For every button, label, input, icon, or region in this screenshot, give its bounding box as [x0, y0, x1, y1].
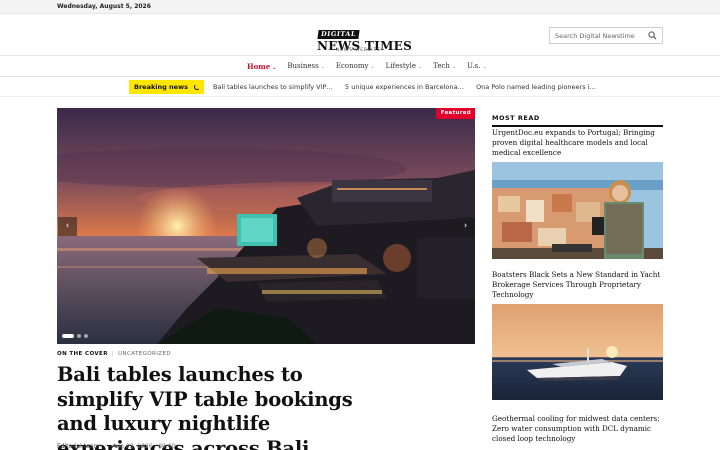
most-read-image[interactable] [492, 304, 663, 400]
article-byline: Editorial team · Aug 03, 2026 · 09:00 [57, 443, 176, 450]
search-box [549, 27, 663, 44]
nav-label: U.s. [467, 62, 481, 70]
logo-sub: NEWS WEBSITE [336, 48, 381, 53]
article-categories: ON THE COVER | UNCATEGORIZED [57, 351, 171, 357]
most-read-image[interactable] [492, 162, 663, 259]
category-link[interactable]: ON THE COVER [57, 351, 108, 357]
logo-top: DIGITAL [317, 30, 360, 39]
ticker-item[interactable]: Bali tables launches to simplify VIP… [213, 83, 333, 91]
hero-image [57, 108, 475, 344]
site-logo[interactable]: DIGITAL NEWS TIMES NEWS WEBSITE [317, 21, 412, 53]
most-read-title[interactable]: Boatsters Black Sets a New Standard in Y… [492, 270, 663, 300]
most-read-sidebar: MOST READ UrgentDoc.eu expands to Portug… [492, 108, 663, 443]
most-read-title[interactable]: UrgentDoc.eu expands to Portugal; Bringi… [492, 128, 663, 158]
chevron-down-icon: ⌄ [370, 64, 375, 70]
yacht-image [492, 304, 663, 400]
breaking-news-label: Breaking news [134, 83, 188, 91]
breaking-news-bar: Breaking news Bali tables launches to si… [0, 77, 720, 97]
nav-item-lifestyle[interactable]: Lifestyle ⌄ [386, 62, 423, 71]
search-input[interactable] [550, 28, 644, 43]
news-ticker: Bali tables launches to simplify VIP… 5 … [213, 83, 606, 91]
nav-label: Lifestyle [385, 62, 417, 70]
ticker-item[interactable]: 5 unique experiences in Barcelona… [345, 83, 464, 91]
current-date: Wednesday, August 5, 2026 [57, 3, 151, 10]
author-link[interactable]: Editorial team [57, 443, 99, 450]
nav-item-us[interactable]: U.s. ⌄ [467, 62, 487, 71]
chevron-down-icon: ⌄ [482, 64, 487, 70]
article-headline[interactable]: Bali tables launches to simplify VIP tab… [57, 363, 387, 450]
most-read-item[interactable]: Geothermal cooling for midwest data cent… [492, 414, 663, 444]
next-slide-button[interactable]: › [456, 217, 475, 236]
nav-label: Tech [433, 62, 450, 70]
featured-badge: Featured [435, 108, 475, 119]
nav-label: Business [287, 62, 319, 70]
main-nav: Home ⌄ Business ⌄ Economy ⌄ Lifestyle ⌄ Tech… [0, 57, 720, 77]
search-icon[interactable] [648, 31, 657, 40]
separator: · [104, 443, 107, 450]
loading-icon [194, 84, 200, 90]
nav-label: Home [247, 62, 271, 71]
nav-label: Economy [335, 62, 369, 70]
most-read-item[interactable]: UrgentDoc.eu expands to Portugal; Bringi… [492, 128, 663, 259]
slide-dot[interactable] [62, 334, 74, 338]
chevron-down-icon: ⌄ [320, 64, 325, 70]
nav-item-economy[interactable]: Economy ⌄ [336, 62, 375, 71]
nav-item-home[interactable]: Home ⌄ [247, 62, 276, 71]
nav-item-business[interactable]: Business ⌄ [287, 62, 325, 71]
chevron-down-icon: ⌄ [272, 65, 277, 71]
hero-slider[interactable]: Featured ‹ › [57, 108, 475, 344]
chevron-down-icon: ⌄ [451, 64, 457, 70]
most-read-title[interactable]: Geothermal cooling for midwest data cent… [492, 414, 663, 444]
ticker-item[interactable]: Ona Polo named leading pioneers i… [476, 83, 596, 91]
separator: | [111, 351, 115, 357]
slide-dot[interactable] [77, 334, 81, 338]
site-header: DIGITAL NEWS TIMES NEWS WEBSITE [0, 14, 720, 56]
top-bar: Wednesday, August 5, 2026 [0, 0, 720, 14]
prev-slide-button[interactable]: ‹ [58, 217, 77, 236]
article-date: Aug 03, 2026 · 09:00 [112, 443, 176, 450]
chevron-down-icon: ⌄ [418, 64, 423, 70]
lisbon-image [492, 162, 663, 259]
slide-indicators [62, 334, 91, 338]
slide-dot[interactable] [84, 334, 88, 338]
category-link[interactable]: UNCATEGORIZED [118, 351, 171, 357]
most-read-item[interactable]: Boatsters Black Sets a New Standard in Y… [492, 270, 663, 400]
nav-item-tech[interactable]: Tech ⌄ [433, 62, 456, 71]
sidebar-title: MOST READ [492, 108, 663, 127]
breaking-news-badge: Breaking news [129, 80, 204, 94]
